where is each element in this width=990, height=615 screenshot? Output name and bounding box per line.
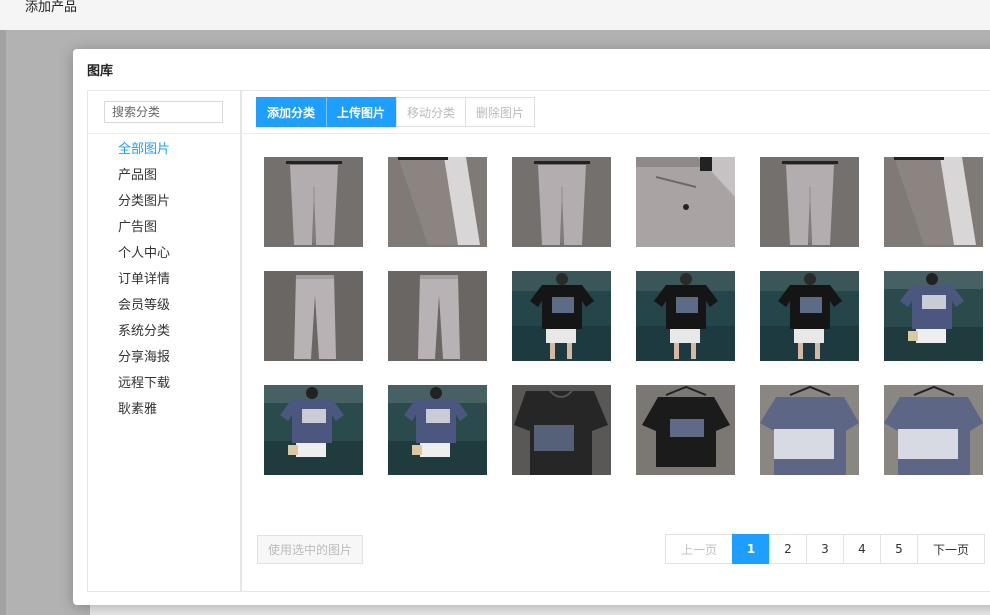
gallery-modal: 图库 全部图片 产品图 分类图片 广告图 个人中心 订单详情 会员等级 系统分类… bbox=[73, 49, 990, 605]
category-item-share-poster[interactable]: 分享海报 bbox=[118, 349, 170, 375]
gallery-image[interactable] bbox=[388, 157, 487, 247]
page-button-4[interactable]: 4 bbox=[843, 534, 881, 564]
page-title: 添加产品 bbox=[25, 0, 78, 15]
product-photo bbox=[636, 157, 735, 247]
product-photo bbox=[264, 157, 363, 247]
gallery-image[interactable] bbox=[884, 385, 983, 475]
gallery-image[interactable] bbox=[512, 157, 611, 247]
page-header: 添加产品 bbox=[0, 0, 990, 31]
category-item-product[interactable]: 产品图 bbox=[118, 167, 170, 193]
product-photo bbox=[512, 157, 611, 247]
product-photo bbox=[512, 385, 611, 475]
page-button-2[interactable]: 2 bbox=[769, 534, 807, 564]
category-item-category-images[interactable]: 分类图片 bbox=[118, 193, 170, 219]
gallery-image[interactable] bbox=[264, 157, 363, 247]
toolbar-divider bbox=[242, 133, 990, 134]
prev-page-button[interactable]: 上一页 bbox=[665, 534, 733, 564]
product-photo bbox=[264, 271, 363, 361]
product-photo bbox=[388, 385, 487, 475]
sidebar-divider bbox=[88, 133, 240, 134]
gallery-image[interactable] bbox=[884, 271, 983, 361]
product-photo bbox=[760, 385, 859, 475]
pagination: 上一页 1 2 3 4 5 下一页 bbox=[665, 534, 985, 564]
category-item-ads[interactable]: 广告图 bbox=[118, 219, 170, 245]
gallery-image[interactable] bbox=[388, 271, 487, 361]
category-item-member-level[interactable]: 会员等级 bbox=[118, 297, 170, 323]
gallery-content: 添加分类 上传图片 移动分类 删除图片 使用选中的图片 上一页 1 2 3 4 … bbox=[242, 91, 990, 591]
next-page-button[interactable]: 下一页 bbox=[917, 534, 985, 564]
product-photo bbox=[760, 271, 859, 361]
use-selected-button[interactable]: 使用选中的图片 bbox=[257, 535, 363, 564]
product-photo bbox=[636, 385, 735, 475]
move-category-button[interactable]: 移动分类 bbox=[396, 97, 467, 127]
gallery-image[interactable] bbox=[264, 385, 363, 475]
page-button-5[interactable]: 5 bbox=[880, 534, 918, 564]
category-sidebar: 全部图片 产品图 分类图片 广告图 个人中心 订单详情 会员等级 系统分类 分享… bbox=[88, 91, 242, 591]
background-table-header bbox=[90, 605, 990, 615]
product-photo bbox=[388, 271, 487, 361]
category-list: 全部图片 产品图 分类图片 广告图 个人中心 订单详情 会员等级 系统分类 分享… bbox=[118, 141, 170, 427]
gallery-image[interactable] bbox=[760, 385, 859, 475]
category-item-all[interactable]: 全部图片 bbox=[118, 141, 170, 167]
category-item-custom[interactable]: 耿素雅 bbox=[118, 401, 170, 427]
gallery-image[interactable] bbox=[884, 157, 983, 247]
category-item-remote-download[interactable]: 远程下载 bbox=[118, 375, 170, 401]
product-photo bbox=[884, 271, 983, 361]
product-photo bbox=[512, 271, 611, 361]
product-photo bbox=[264, 385, 363, 475]
gallery-image[interactable] bbox=[636, 271, 735, 361]
category-item-system[interactable]: 系统分类 bbox=[118, 323, 170, 349]
gallery-panel: 全部图片 产品图 分类图片 广告图 个人中心 订单详情 会员等级 系统分类 分享… bbox=[87, 90, 990, 592]
page-button-1[interactable]: 1 bbox=[732, 534, 770, 564]
category-item-personal-center[interactable]: 个人中心 bbox=[118, 245, 170, 271]
gallery-image[interactable] bbox=[512, 271, 611, 361]
gallery-image[interactable] bbox=[636, 385, 735, 475]
modal-title: 图库 bbox=[87, 64, 114, 79]
add-category-button[interactable]: 添加分类 bbox=[256, 97, 327, 127]
product-photo bbox=[388, 157, 487, 247]
product-photo bbox=[636, 271, 735, 361]
page-button-3[interactable]: 3 bbox=[806, 534, 844, 564]
category-search-input[interactable] bbox=[104, 101, 223, 123]
gallery-image[interactable] bbox=[636, 157, 735, 247]
product-photo bbox=[884, 157, 983, 247]
gallery-image[interactable] bbox=[388, 385, 487, 475]
product-photo bbox=[884, 385, 983, 475]
gallery-toolbar: 添加分类 上传图片 移动分类 删除图片 bbox=[256, 97, 536, 127]
gallery-image[interactable] bbox=[264, 271, 363, 361]
product-photo bbox=[760, 157, 859, 247]
category-item-order-details[interactable]: 订单详情 bbox=[118, 271, 170, 297]
gallery-image[interactable] bbox=[760, 271, 859, 361]
gallery-image[interactable] bbox=[760, 157, 859, 247]
gallery-image[interactable] bbox=[512, 385, 611, 475]
delete-image-button[interactable]: 删除图片 bbox=[465, 97, 536, 127]
upload-image-button[interactable]: 上传图片 bbox=[326, 97, 397, 127]
